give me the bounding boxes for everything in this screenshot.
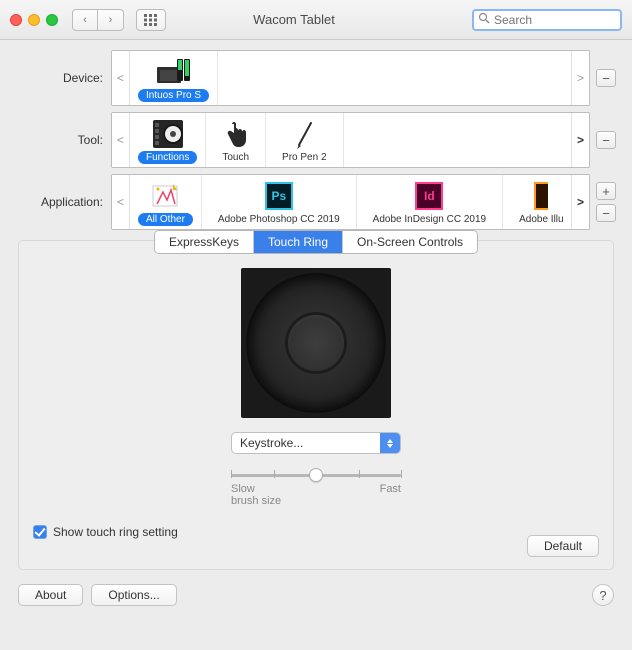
- device-item-intuos[interactable]: Intuos Pro S: [130, 51, 218, 105]
- action-select-value: Keystroke...: [232, 436, 380, 450]
- zoom-window-button[interactable]: [46, 14, 58, 26]
- touch-icon: [224, 118, 248, 150]
- show-touch-ring-label: Show touch ring setting: [53, 525, 178, 539]
- search-field[interactable]: [472, 9, 622, 31]
- chevron-left-icon: <: [117, 133, 124, 147]
- dropdown-toggle-icon: [380, 433, 400, 453]
- options-button[interactable]: Options...: [91, 584, 176, 606]
- window-title: Wacom Tablet: [124, 12, 464, 27]
- tool-scroll-right[interactable]: >: [571, 113, 589, 167]
- application-item-label: Adobe Illu: [511, 213, 571, 226]
- illustrator-icon: [534, 180, 548, 212]
- application-label: Application:: [16, 195, 111, 209]
- tool-item-label: Pro Pen 2: [274, 151, 334, 164]
- chevron-right-icon: >: [577, 71, 584, 85]
- tab-bar: ExpressKeys Touch Ring On-Screen Control…: [33, 230, 599, 254]
- device-row: Device: < Intuos Pro S > −: [16, 50, 616, 106]
- chevron-right-icon: >: [577, 195, 584, 209]
- touch-ring-graphic: [241, 268, 391, 418]
- application-item-label: Adobe InDesign CC 2019: [365, 213, 494, 226]
- footer: About Options... ?: [0, 578, 632, 616]
- chevron-left-icon: ‹: [83, 14, 87, 26]
- about-button[interactable]: About: [18, 584, 83, 606]
- application-item-allother[interactable]: All Other: [130, 175, 202, 229]
- slider-sub-label: brush size: [231, 495, 281, 507]
- settings-panel: ExpressKeys Touch Ring On-Screen Control…: [18, 240, 614, 570]
- chevron-right-icon: ›: [109, 14, 113, 26]
- speed-slider[interactable]: Slow brush size Fast: [231, 468, 401, 507]
- device-scroll-left[interactable]: <: [112, 51, 130, 105]
- tab-expresskeys[interactable]: ExpressKeys: [155, 231, 254, 253]
- tool-scroller: < Functions Touch: [111, 112, 590, 168]
- slider-max-label: Fast: [380, 483, 401, 507]
- traffic-lights: [10, 14, 58, 26]
- tab-touchring[interactable]: Touch Ring: [254, 231, 343, 253]
- titlebar: ‹ › Wacom Tablet: [0, 0, 632, 40]
- default-button[interactable]: Default: [527, 535, 599, 557]
- functions-icon: [153, 118, 183, 150]
- minus-icon: −: [602, 71, 610, 86]
- tool-item-label: Touch: [214, 151, 257, 164]
- application-item-label: All Other: [138, 213, 193, 226]
- back-button[interactable]: ‹: [72, 9, 98, 31]
- application-scroller: < All Other Ps Adobe Photoshop CC 2019 I…: [111, 174, 590, 230]
- minimize-window-button[interactable]: [28, 14, 40, 26]
- close-window-button[interactable]: [10, 14, 22, 26]
- tool-item-functions[interactable]: Functions: [130, 113, 206, 167]
- nav-buttons: ‹ ›: [72, 9, 124, 31]
- photoshop-icon: Ps: [265, 180, 293, 212]
- action-select[interactable]: Keystroke...: [231, 432, 401, 454]
- chevron-left-icon: <: [117, 195, 124, 209]
- application-remove-button[interactable]: −: [596, 204, 616, 222]
- chevron-left-icon: <: [117, 71, 124, 85]
- slider-thumb[interactable]: [309, 468, 323, 482]
- application-item-label: Adobe Photoshop CC 2019: [210, 213, 348, 226]
- application-row: Application: < All Other Ps Adobe Photos…: [16, 174, 616, 230]
- tool-scroll-left[interactable]: <: [112, 113, 130, 167]
- device-label: Device:: [16, 71, 111, 85]
- tablet-icon: [157, 56, 191, 88]
- application-add-button[interactable]: +: [596, 182, 616, 200]
- application-item-indesign[interactable]: Id Adobe InDesign CC 2019: [357, 175, 503, 229]
- device-scroll-right[interactable]: >: [571, 51, 589, 105]
- chevron-right-icon: >: [577, 133, 584, 147]
- minus-icon: −: [602, 206, 610, 221]
- tool-item-label: Functions: [138, 151, 197, 164]
- application-item-illustrator[interactable]: Adobe Illu: [503, 175, 571, 229]
- tool-remove-button[interactable]: −: [596, 131, 616, 149]
- application-scroll-right[interactable]: >: [571, 175, 589, 229]
- device-item-label: Intuos Pro S: [138, 89, 209, 102]
- help-button[interactable]: ?: [592, 584, 614, 606]
- application-item-photoshop[interactable]: Ps Adobe Photoshop CC 2019: [202, 175, 357, 229]
- indesign-icon: Id: [415, 180, 443, 212]
- tool-item-touch[interactable]: Touch: [206, 113, 266, 167]
- generic-app-icon: [151, 180, 179, 212]
- device-remove-button[interactable]: −: [596, 69, 616, 87]
- plus-icon: +: [602, 184, 610, 199]
- pen-icon: [293, 118, 315, 150]
- minus-icon: −: [602, 133, 610, 148]
- tool-row: Tool: < Functions Touch: [16, 112, 616, 168]
- slider-min-label: Slow: [231, 483, 281, 495]
- help-icon: ?: [599, 588, 606, 603]
- show-touch-ring-checkbox[interactable]: [33, 525, 47, 539]
- tab-onscreen[interactable]: On-Screen Controls: [343, 231, 477, 253]
- tool-label: Tool:: [16, 133, 111, 147]
- application-scroll-left[interactable]: <: [112, 175, 130, 229]
- search-input[interactable]: [494, 13, 616, 27]
- forward-button[interactable]: ›: [98, 9, 124, 31]
- device-scroller: < Intuos Pro S >: [111, 50, 590, 106]
- search-icon: [478, 12, 490, 27]
- tool-item-propen[interactable]: Pro Pen 2: [266, 113, 343, 167]
